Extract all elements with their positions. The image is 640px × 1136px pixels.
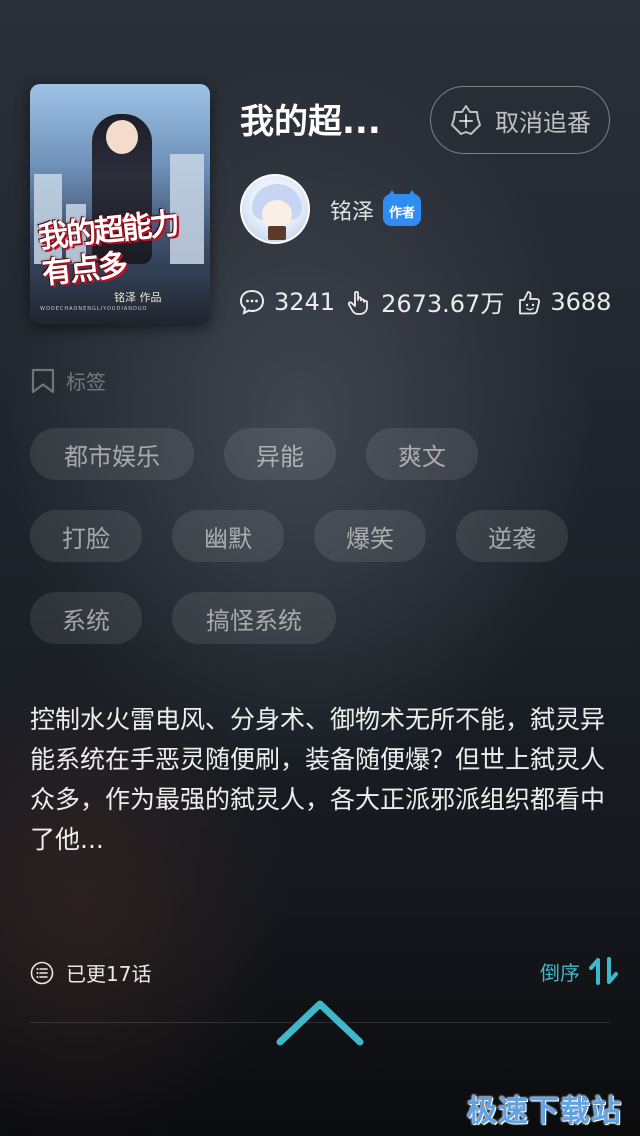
tag-chip[interactable]: 都市娱乐 <box>30 428 194 480</box>
sort-arrows-icon <box>589 957 618 985</box>
tags-label: 标签 <box>66 370 106 394</box>
thumbs-up-face-icon <box>519 290 541 314</box>
avatar-book <box>268 226 286 240</box>
star-plus-icon <box>451 105 481 135</box>
stat-comments: 3241 <box>238 288 335 316</box>
cover-subtitle: WODECHAONENGLIYOUDIANDUO <box>40 306 148 312</box>
unfollow-label: 取消追番 <box>495 108 591 137</box>
tag-chip[interactable]: 爆笑 <box>314 510 426 562</box>
chevron-up-icon[interactable] <box>274 996 366 1050</box>
fans-count: 3688 <box>550 287 612 316</box>
watermark: 极速下载站 <box>467 1094 622 1129</box>
tags-header: 标签 <box>30 366 106 395</box>
stats-row: 3241 2673.67万 3688 <box>238 284 621 319</box>
stat-likes: 2673.67万 <box>345 284 504 319</box>
tag-chip[interactable]: 异能 <box>224 428 336 480</box>
author-name[interactable]: 铭泽 <box>330 194 374 226</box>
sort-order-label: 倒序 <box>540 960 580 985</box>
tag-chip[interactable]: 幽默 <box>172 510 284 562</box>
episode-count[interactable]: 已更17话 <box>30 958 151 987</box>
cover-author: 铭泽 作品 <box>114 291 162 304</box>
list-icon <box>30 961 54 984</box>
book-description[interactable]: 控制水火雷电风、分身术、御物术无所不能，弑灵异能系统在手恶灵随便刷，装备随便爆？… <box>30 700 615 860</box>
author-badge: 作者 <box>383 190 421 228</box>
cover-title: 我的超能力有点多 <box>36 206 180 292</box>
unfollow-button[interactable]: 取消追番 <box>430 86 610 154</box>
stat-fans: 3688 <box>514 288 611 316</box>
comments-count: 3241 <box>274 287 336 316</box>
tag-chip[interactable]: 系统 <box>30 592 142 644</box>
tag-chip[interactable]: 打脸 <box>30 510 142 562</box>
tag-chip[interactable]: 爽文 <box>366 428 478 480</box>
hand-pointer-icon <box>348 290 368 315</box>
book-title: 我的超... <box>240 102 381 142</box>
author-badge-label: 作者 <box>388 206 415 221</box>
tag-chip[interactable]: 搞怪系统 <box>172 592 336 644</box>
tag-chip[interactable]: 逆袭 <box>456 510 568 562</box>
episode-count-label: 已更17话 <box>66 962 152 986</box>
cover-character-face <box>106 120 138 154</box>
book-cover[interactable]: 我的超能力有点多 铭泽 作品 WODECHAONENGLIYOUDIANDUO <box>30 84 210 324</box>
author-avatar[interactable] <box>240 174 310 244</box>
comment-bubble-icon <box>239 289 265 315</box>
likes-count: 2673.67万 <box>381 290 505 318</box>
avatar-face <box>262 200 292 228</box>
sort-order-button[interactable]: 倒序 <box>540 956 620 986</box>
bookmark-icon <box>31 368 55 393</box>
